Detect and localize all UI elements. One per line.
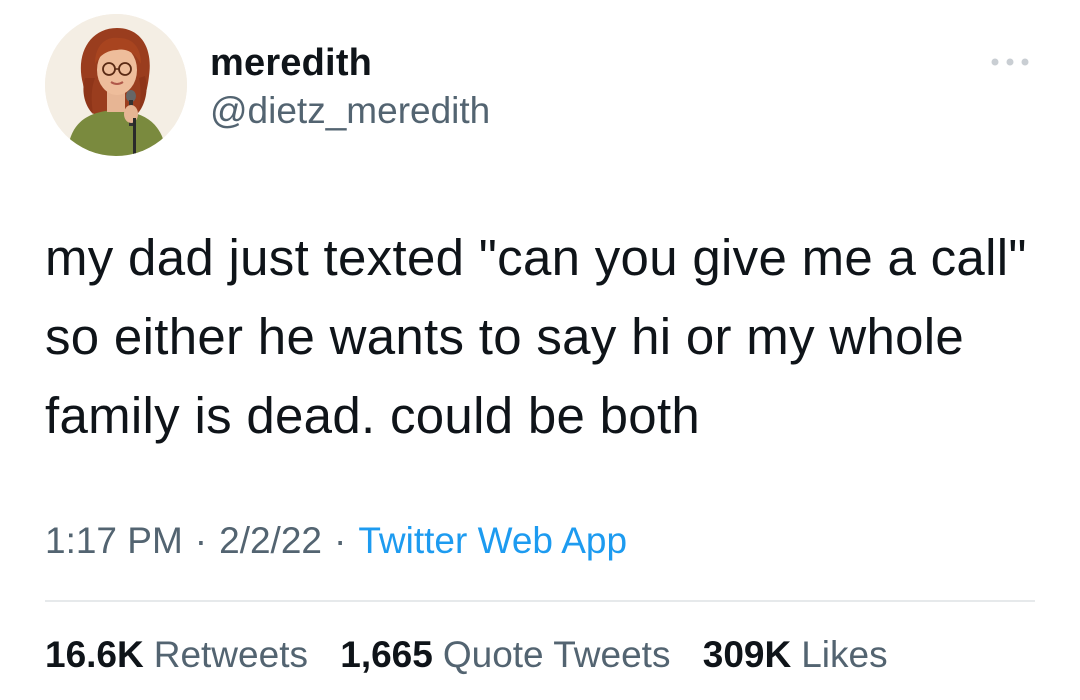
retweets-label: Retweets	[153, 634, 308, 675]
likes-count: 309K	[702, 634, 792, 675]
more-horizontal-icon[interactable]	[985, 48, 1035, 76]
avatar-photo	[45, 14, 187, 156]
tweet-time[interactable]: 1:17 PM	[45, 520, 183, 561]
meta-separator: ·	[334, 520, 347, 561]
tweet-stats: 16.6K Retweets 1,665 Quote Tweets 309K Like…	[45, 634, 910, 676]
retweets-stat[interactable]: 16.6K Retweets	[45, 634, 308, 675]
quote-tweets-count: 1,665	[340, 634, 433, 675]
likes-stat[interactable]: 309K Likes	[703, 634, 888, 675]
likes-label: Likes	[801, 634, 888, 675]
tweet-card: meredith @dietz_meredith my dad just tex…	[0, 0, 1080, 700]
quote-tweets-label: Quote Tweets	[442, 634, 671, 675]
author-display-name[interactable]: meredith	[210, 42, 372, 85]
author-handle[interactable]: @dietz_meredith	[210, 90, 490, 132]
avatar[interactable]	[45, 14, 187, 156]
quote-tweets-stat[interactable]: 1,665 Quote Tweets	[340, 634, 670, 675]
retweets-count: 16.6K	[45, 634, 144, 675]
tweet-text: my dad just texted "can you give me a ca…	[45, 229, 1027, 444]
meta-separator: ·	[194, 520, 208, 561]
divider	[45, 600, 1035, 602]
tweet-meta: 1:17 PM · 2/2/22 · Twitter Web App	[45, 520, 627, 562]
tweet-date[interactable]: 2/2/22	[219, 520, 322, 561]
tweet-source-link[interactable]: Twitter Web App	[358, 520, 627, 561]
